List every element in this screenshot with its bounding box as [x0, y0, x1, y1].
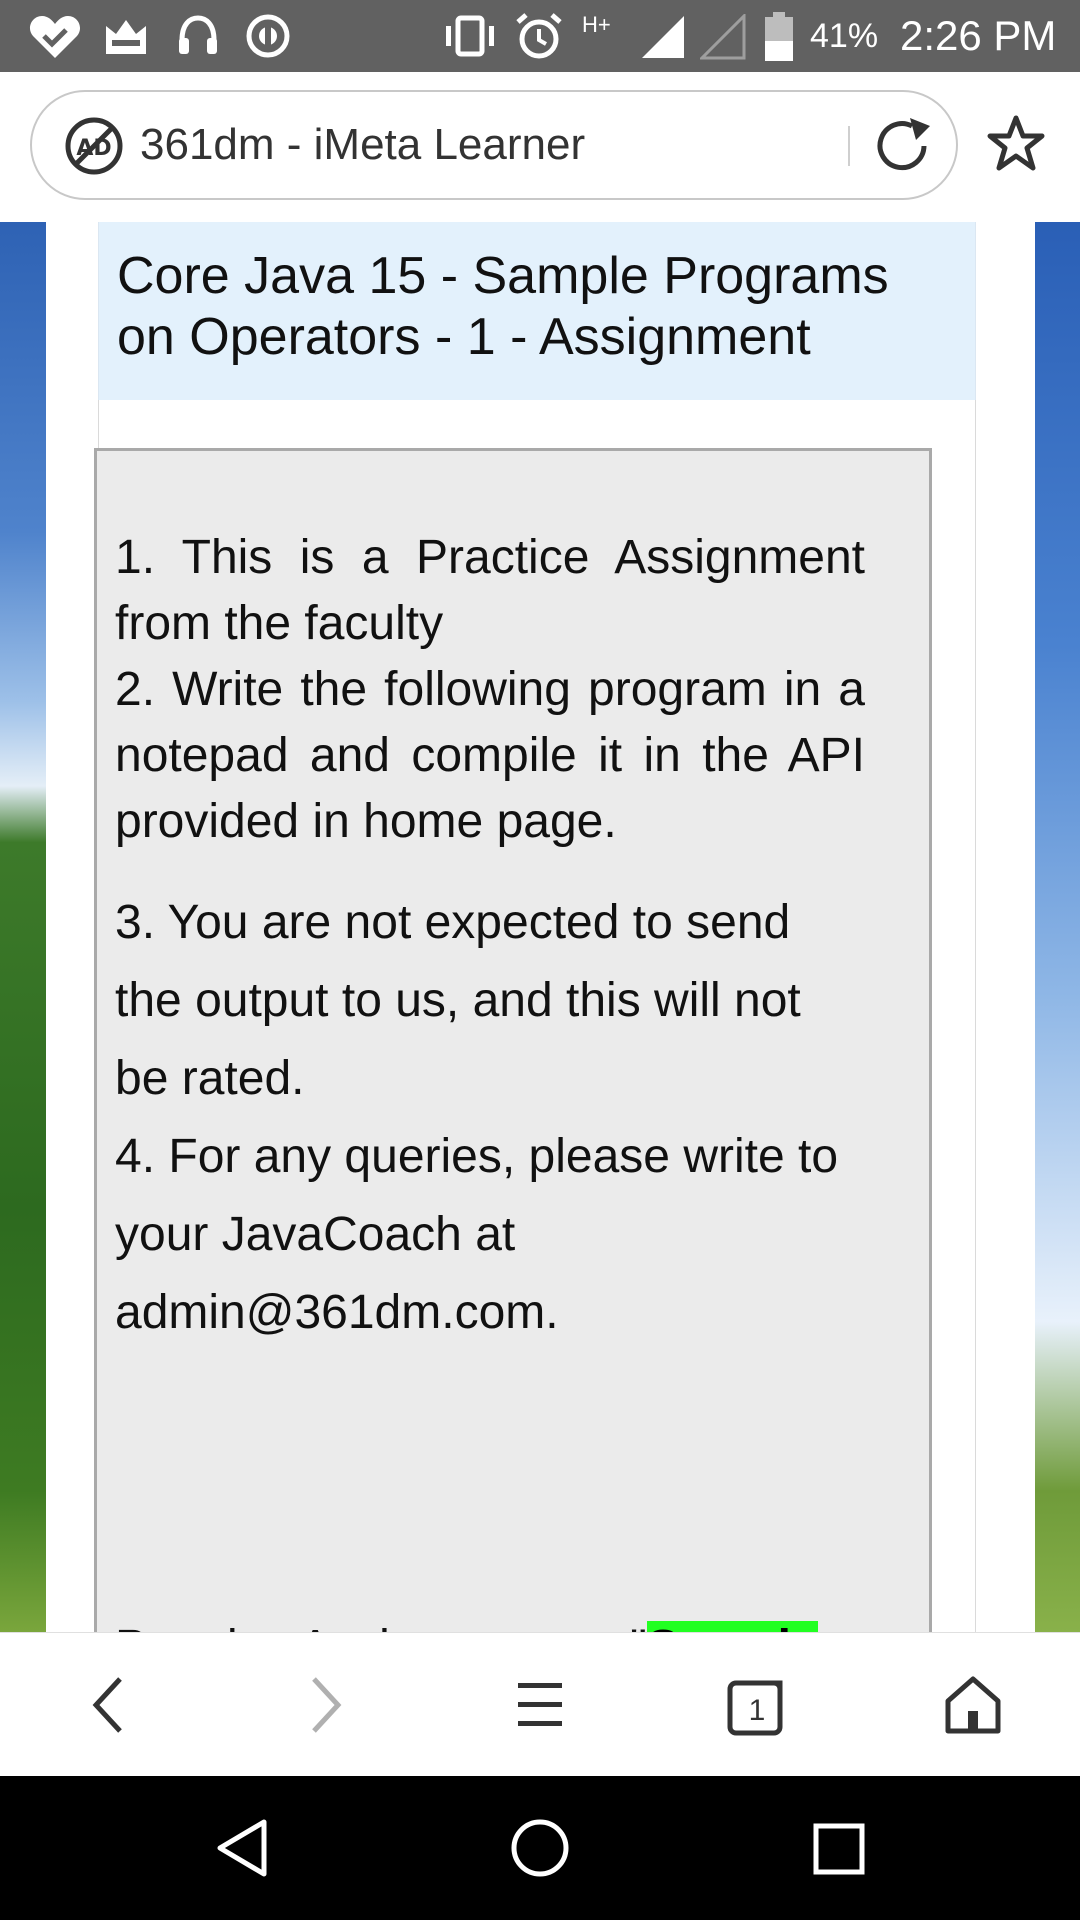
assignment-box: 1. This is a Practice Assignment from th… [94, 448, 932, 1632]
browser-toolbar: AD 361dm - iMeta Learner [0, 72, 1080, 223]
crown-icon [106, 20, 146, 54]
tab-count: 1 [748, 1694, 766, 1727]
browser-bottom-bar: 1 [0, 1632, 1080, 1777]
status-time: 2:26 PM [900, 12, 1057, 59]
practice-prefix: Practice Assignment on " [115, 1621, 647, 1632]
vibrate-icon [446, 15, 494, 57]
nav-back-icon[interactable] [214, 1818, 270, 1878]
bookmark-star-icon[interactable] [986, 114, 1046, 172]
home-icon[interactable] [942, 1673, 1004, 1737]
background-landscape-right [1035, 222, 1080, 1632]
signal-empty-icon [700, 14, 746, 60]
instruction-4: 4. For any queries, please write to your… [115, 1130, 839, 1339]
menu-icon[interactable] [516, 1677, 564, 1733]
instruction-2: 2. Write the following program in a note… [115, 663, 865, 848]
address-bar-divider [848, 126, 850, 166]
circle-record-icon [246, 14, 290, 58]
network-type-label: H+ [582, 12, 611, 37]
signal-icon [642, 16, 684, 58]
instruction-1: 1. This is a Practice Assignment from th… [115, 531, 865, 650]
post-title: Core Java 15 - Sample Programs on Operat… [117, 247, 889, 366]
alarm-icon [516, 13, 562, 59]
web-content[interactable]: Core Java 15 - Sample Programs on Operat… [0, 222, 1080, 1632]
reload-icon[interactable] [872, 116, 936, 176]
headset-icon [179, 15, 217, 54]
battery-percent: 41% [810, 17, 879, 55]
practice-assignment-line: Practice Assignment on "Sample Programs … [115, 1609, 875, 1632]
forward-icon[interactable] [306, 1673, 346, 1737]
background-landscape-left [0, 222, 46, 1632]
notes-paragraph: 3. You are not expected to send the outp… [115, 884, 865, 1352]
post-header: Core Java 15 - Sample Programs on Operat… [98, 222, 976, 401]
heart-check-icon [29, 16, 81, 58]
nav-recents-icon[interactable] [812, 1822, 866, 1876]
instruction-3: 3. You are not expected to send the outp… [115, 896, 801, 1105]
status-bar: H+ 41% 2:26 PM [0, 0, 1080, 72]
nav-home-icon[interactable] [510, 1818, 570, 1878]
page-title[interactable]: 361dm - iMeta Learner [140, 92, 585, 198]
battery-icon [765, 12, 793, 61]
back-icon[interactable] [88, 1673, 128, 1737]
instructions-paragraph: 1. This is a Practice Assignment from th… [115, 525, 865, 855]
system-nav-bar [0, 1776, 1080, 1920]
adblock-icon[interactable]: AD [64, 116, 124, 176]
address-bar[interactable]: AD 361dm - iMeta Learner [30, 90, 958, 200]
